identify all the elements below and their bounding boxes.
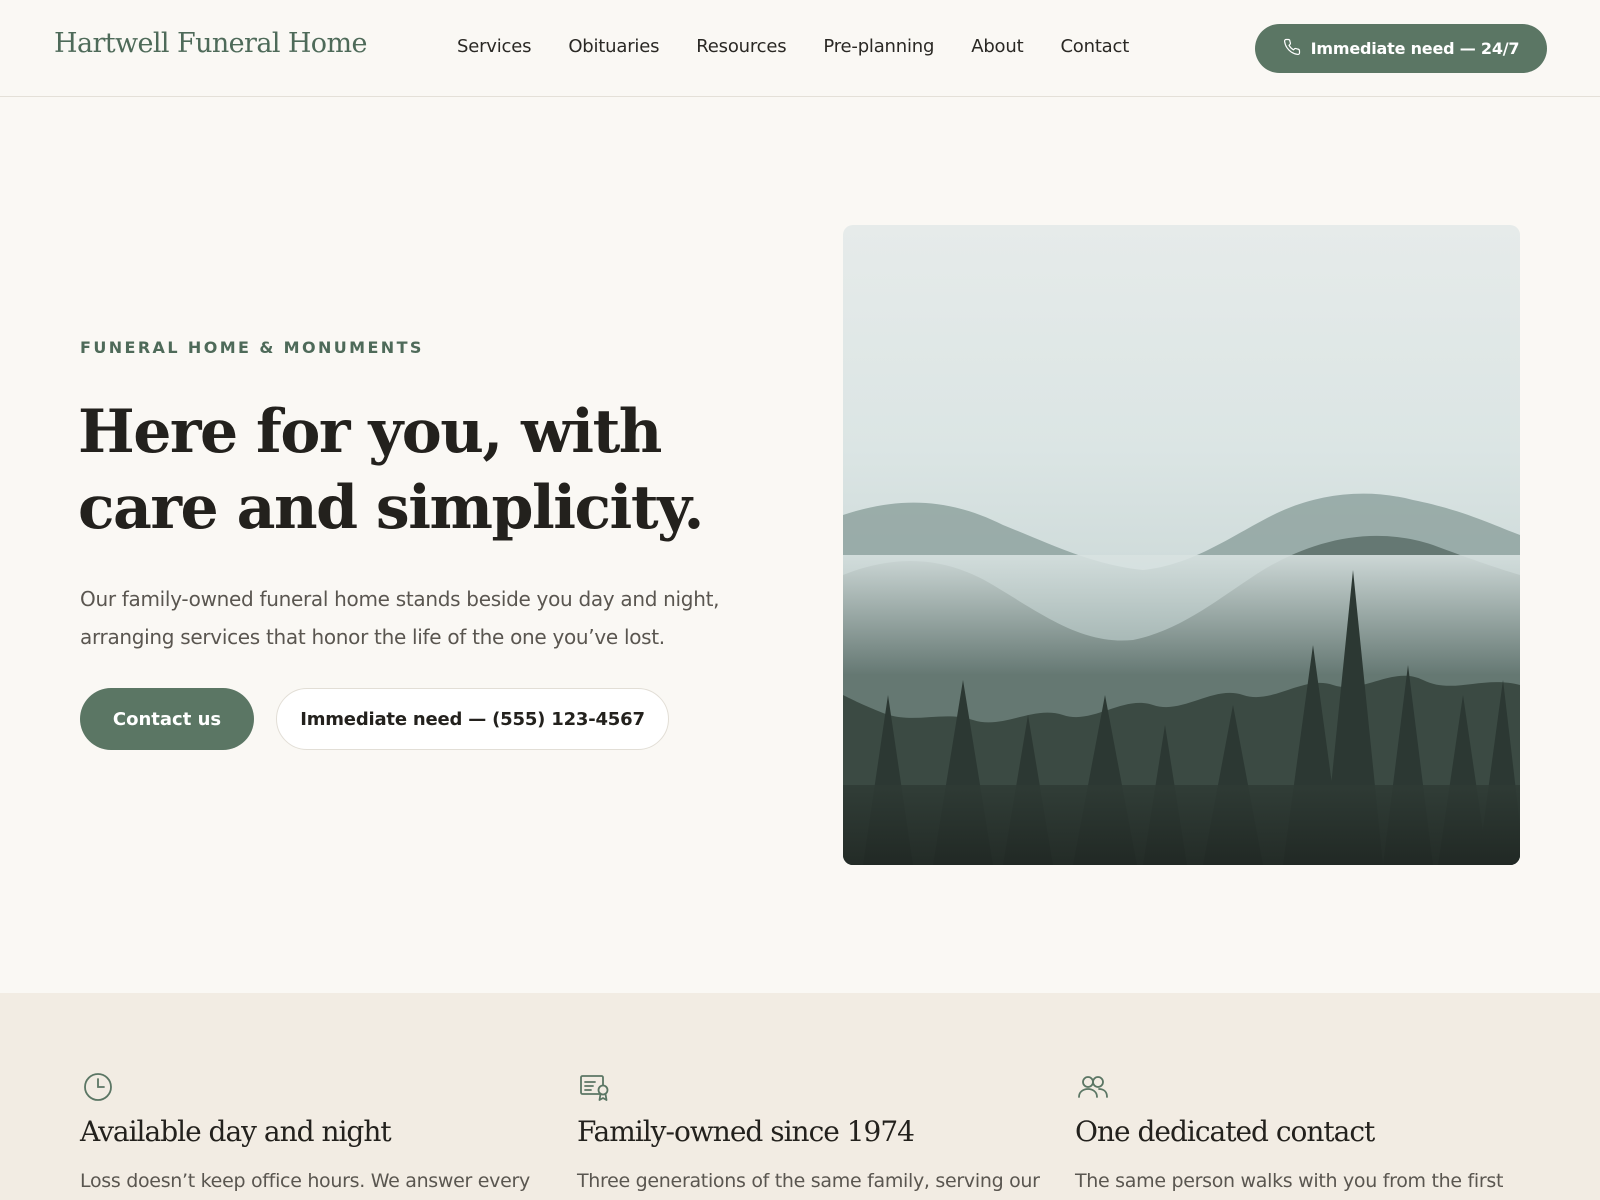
feature-text: Loss doesn’t keep office hours. We answe… [80,1170,530,1192]
nav-resources[interactable]: Resources [696,36,786,57]
feature-title: Family-owned since 1974 [577,1115,915,1148]
nav-services[interactable]: Services [457,36,532,57]
nav-about[interactable]: About [971,36,1023,57]
hero-title: Here for you, with care and simplicity. [78,397,704,543]
feature-title: One dedicated contact [1075,1115,1375,1148]
nav-contact[interactable]: Contact [1060,36,1129,57]
feature-text: Three generations of the same family, se… [577,1170,1040,1192]
features-section: Available day and night Loss doesn’t kee… [0,993,1600,1200]
contact-us-button[interactable]: Contact us [80,688,254,750]
hero-image-misty-forest [843,225,1520,865]
immediate-need-phone-button[interactable]: Immediate need — (555) 123-4567 [276,688,669,750]
feature-text: The same person walks with you from the … [1075,1170,1504,1192]
clock-icon [82,1071,114,1103]
nav-pre-planning[interactable]: Pre-planning [823,36,934,57]
immediate-need-header-label: Immediate need — 24/7 [1310,39,1520,58]
nav-obituaries[interactable]: Obituaries [568,36,659,57]
phone-icon [1283,38,1301,60]
immediate-need-header-button[interactable]: Immediate need — 24/7 [1255,24,1547,73]
certificate-icon [579,1071,611,1103]
users-icon [1077,1071,1109,1103]
hero-subtitle: Our family-owned funeral home stands bes… [80,587,720,649]
site-header: Hartwell Funeral Home Services Obituarie… [0,0,1600,97]
main-nav: Services Obituaries Resources Pre-planni… [457,36,1166,57]
hero-eyebrow: FUNERAL HOME & MONUMENTS [80,338,424,357]
site-logo[interactable]: Hartwell Funeral Home [54,28,367,59]
feature-title: Available day and night [80,1115,392,1148]
